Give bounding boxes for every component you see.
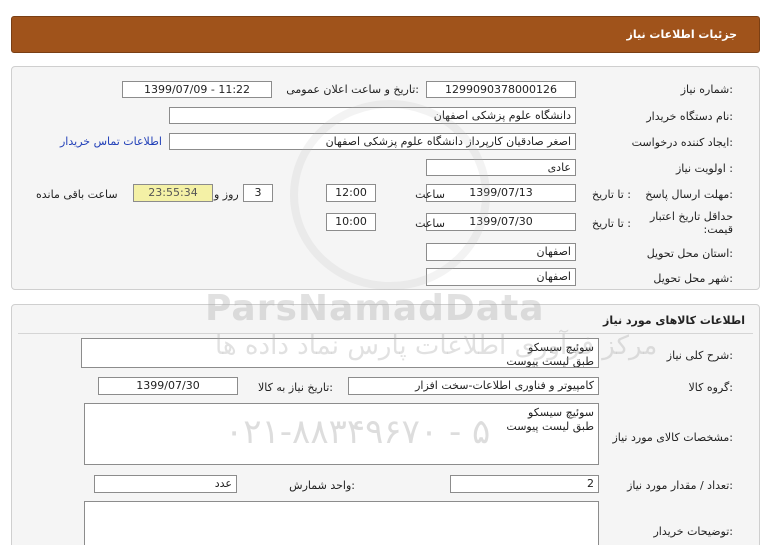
validity-date-field: 1399/07/30 [426,213,576,231]
unit-field: عدد [94,475,237,493]
deadline-time-field: 12:00 [326,184,376,202]
creator-label: ایجاد کننده درخواست: [631,136,733,149]
priority-field: عادی [426,159,576,176]
goods-section-title: اطلاعات کالاهای مورد نیاز [603,314,745,327]
priority-label: اولویت نیاز : [675,162,733,175]
buyer-notes-field [84,501,599,545]
deadline-date-field: 1399/07/13 [426,184,576,202]
buyer-org-label: نام دستگاه خریدار: [646,110,733,123]
need-number-label: شماره نیاز: [680,83,733,96]
days-label: روز و [214,188,239,201]
specs-field: سوئیچ سیسکو طبق لیست پیوست [84,403,599,465]
city-label: شهر محل تحویل: [653,272,733,285]
validity-time-field: 10:00 [326,213,376,231]
province-field: اصفهان [426,243,576,261]
validity-to-date-label: تا تاریخ : [592,217,631,230]
qty-field: 2 [450,475,599,493]
remaining-label: ساعت باقی مانده [36,188,118,201]
need-date-label: تاریخ نیاز به کالا: [258,381,333,394]
deadline-time-label: ساعت [415,188,445,201]
announce-field: 1399/07/09 - 11:22 [122,81,272,98]
validity-time-label: ساعت [415,217,445,230]
buyer-contact-link[interactable]: اطلاعات تماس خریدار [60,135,162,148]
buyer-notes-label: توضیحات خریدار: [653,525,734,538]
creator-field: اصغر صادقیان کارپرداز دانشگاه علوم پزشکی… [169,133,576,150]
city-field: اصفهان [426,268,576,286]
summary-field: سوئیچ سیسکو طبق لیست پیوست [81,338,599,368]
summary-label: شرح کلی نیاز: [666,349,733,362]
page-title: جزئیات اطلاعات نیاز [626,28,738,41]
announce-label: تاریخ و ساعت اعلان عمومی: [286,83,419,96]
unit-label: واحد شمارش: [289,479,355,492]
qty-label: تعداد / مقدار مورد نیاز: [627,479,733,492]
section-divider [18,333,753,334]
page-header: جزئیات اطلاعات نیاز [11,16,760,53]
deadline-label: مهلت ارسال پاسخ: [645,188,733,201]
days-remaining-field: 3 [243,184,273,202]
province-label: استان محل تحویل: [646,247,733,260]
specs-label: مشخصات کالای مورد نیاز: [612,431,733,444]
remaining-time-field: 23:55:34 [133,184,213,202]
need-date-field: 1399/07/30 [98,377,238,395]
need-number-field: 1299090378000126 [426,81,576,98]
validity-label: حداقل تاریخ اعتبار قیمت: [649,210,733,236]
group-field: کامپیوتر و فناوری اطلاعات-سخت افزار [348,377,599,395]
buyer-org-field: دانشگاه علوم پزشکی اصفهان [169,107,576,124]
deadline-to-date-label: تا تاریخ : [592,188,631,201]
goods-info-panel: اطلاعات کالاهای مورد نیاز شرح کلی نیاز: … [11,304,760,545]
need-info-panel: شماره نیاز: 1299090378000126 تاریخ و ساع… [11,66,760,290]
group-label: گروه کالا: [688,381,733,394]
